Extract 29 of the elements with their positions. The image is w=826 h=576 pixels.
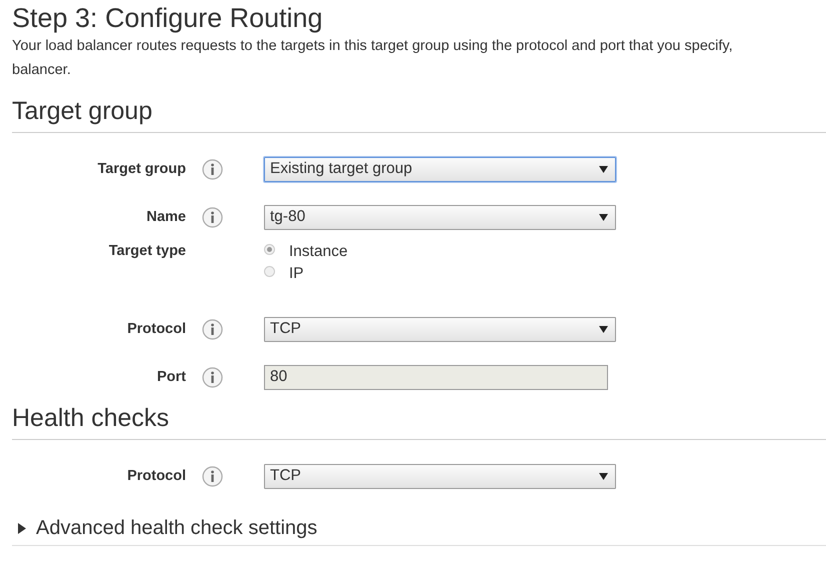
field-label: Protocol [127,468,186,484]
caret-icon [599,166,608,173]
section-heading: Target group [12,96,152,127]
description-text: Your load balancer routes requests to the targets in this target group using the protocol and port that you specify, [12,37,733,56]
info-icon[interactable] [202,466,223,486]
dropdown[interactable]: tg-80 [264,204,616,230]
field-label: Name [146,209,186,225]
radio-button[interactable] [264,266,275,276]
advanced-settings-toggle[interactable]: Advanced health check settings [36,514,318,542]
field-label: Port [157,369,186,385]
radio-button[interactable] [264,244,275,254]
field-label: Target type [108,243,186,259]
caret-icon [599,473,608,480]
caret-icon [599,214,608,221]
section-heading: Health checks [12,403,170,434]
info-icon[interactable] [202,158,223,180]
info-icon[interactable] [202,318,223,340]
info-icon[interactable] [202,206,223,228]
caret-icon [599,326,608,333]
field-label: Protocol [127,321,186,337]
page-title: Step 3: Configure Routing [12,2,323,35]
dropdown[interactable]: TCP [264,464,616,488]
dropdown[interactable]: Existing target group [264,156,616,182]
description-text: balancer. [12,61,71,80]
dropdown[interactable]: TCP [264,316,616,342]
radio-label: IP [289,265,304,283]
expand-triangle-icon[interactable] [18,522,26,534]
radio-label: Instance [289,243,348,261]
field-label: Target group [98,161,186,177]
